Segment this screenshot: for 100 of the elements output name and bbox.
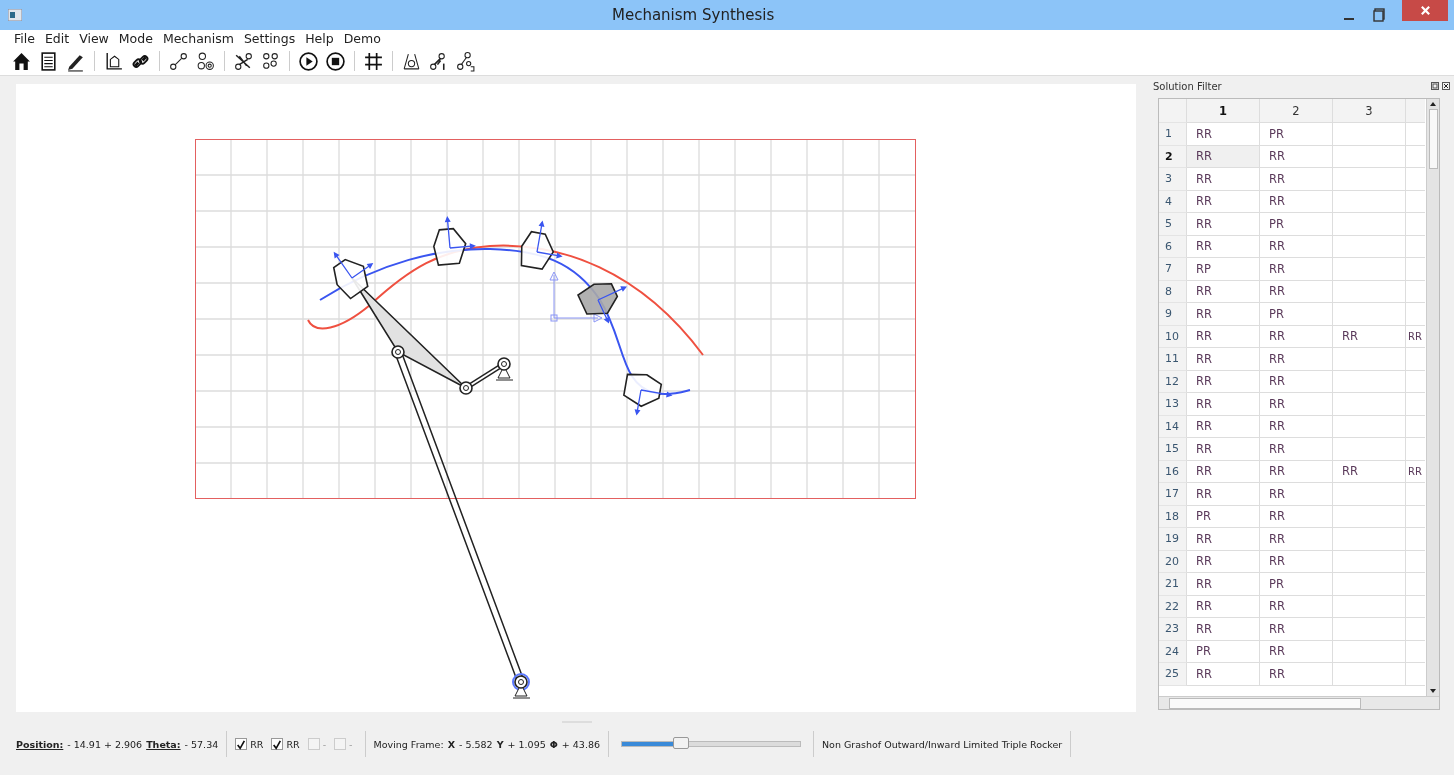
grid-icon[interactable] — [363, 50, 384, 72]
crossed-links-icon[interactable] — [233, 50, 254, 72]
table-cell[interactable]: RR — [1187, 415, 1260, 438]
table-cell[interactable]: RR — [1187, 168, 1260, 191]
table-cell[interactable]: RR — [1260, 460, 1333, 483]
table-cell[interactable]: PR — [1260, 123, 1333, 146]
four-circles-icon[interactable] — [260, 50, 281, 72]
table-cell[interactable]: RR — [1260, 280, 1333, 303]
table-cell[interactable]: RR — [1260, 595, 1333, 618]
table-cell[interactable]: RR — [1187, 303, 1260, 326]
table-cell[interactable]: RR — [1187, 528, 1260, 551]
scrollbar-thumb[interactable] — [1169, 698, 1361, 709]
table-cell[interactable]: RR — [1260, 348, 1333, 371]
vertical-scrollbar[interactable] — [1426, 99, 1439, 696]
table-cell[interactable]: RR — [1260, 235, 1333, 258]
row-header[interactable]: 18 — [1159, 505, 1187, 528]
table-cell[interactable] — [1333, 123, 1406, 146]
row-header[interactable]: 20 — [1159, 550, 1187, 573]
row-header[interactable]: 10 — [1159, 325, 1187, 348]
menu-item[interactable]: Mode — [113, 31, 158, 46]
table-cell[interactable]: RR — [1187, 123, 1260, 146]
stop-icon[interactable] — [325, 50, 346, 72]
table-cell[interactable]: RR — [1187, 235, 1260, 258]
table-cell[interactable] — [1333, 550, 1406, 573]
row-header[interactable]: 5 — [1159, 213, 1187, 236]
table-cell[interactable] — [1333, 415, 1406, 438]
document-icon[interactable] — [38, 50, 59, 72]
row-header[interactable]: 11 — [1159, 348, 1187, 371]
row-header[interactable]: 7 — [1159, 258, 1187, 281]
column-header[interactable]: 3 — [1333, 99, 1406, 123]
row-header[interactable]: 6 — [1159, 235, 1187, 258]
table-cell[interactable]: RR — [1406, 460, 1425, 483]
table-cell[interactable]: PR — [1260, 303, 1333, 326]
table-cell[interactable] — [1333, 280, 1406, 303]
table-cell[interactable]: RR — [1187, 393, 1260, 416]
menu-item[interactable]: View — [74, 31, 114, 46]
pose-marker[interactable] — [520, 220, 563, 271]
table-cell[interactable]: RR — [1406, 325, 1425, 348]
table-cell[interactable] — [1333, 190, 1406, 213]
table-cell[interactable]: RR — [1187, 550, 1260, 573]
table-cell[interactable] — [1333, 663, 1406, 686]
table-cell[interactable]: RR — [1260, 663, 1333, 686]
menu-item[interactable]: File — [9, 31, 40, 46]
table-cell[interactable]: RR — [1260, 618, 1333, 641]
play-icon[interactable] — [298, 50, 319, 72]
home-icon[interactable] — [11, 50, 32, 72]
table-cell[interactable] — [1333, 370, 1406, 393]
scroll-down-icon[interactable] — [1429, 688, 1437, 694]
row-header[interactable]: 16 — [1159, 460, 1187, 483]
table-cell[interactable]: RR — [1260, 505, 1333, 528]
table-cell[interactable]: PR — [1260, 573, 1333, 596]
three-bar-icon[interactable] — [455, 50, 476, 72]
row-header[interactable]: 8 — [1159, 280, 1187, 303]
row-header[interactable]: 15 — [1159, 438, 1187, 461]
table-cell[interactable] — [1333, 618, 1406, 641]
table-cell[interactable]: RR — [1187, 348, 1260, 371]
table-cell[interactable]: RR — [1260, 528, 1333, 551]
table-cell[interactable] — [1333, 573, 1406, 596]
table-cell[interactable]: RR — [1187, 280, 1260, 303]
menu-item[interactable]: Mechanism — [157, 31, 239, 46]
row-header[interactable]: 4 — [1159, 190, 1187, 213]
filter-checkbox[interactable] — [271, 738, 284, 750]
menu-item[interactable]: Edit — [39, 31, 75, 46]
table-cell[interactable] — [1333, 595, 1406, 618]
table-cell[interactable] — [1333, 528, 1406, 551]
table-cell[interactable]: PR — [1260, 213, 1333, 236]
menu-item[interactable]: Settings — [238, 31, 301, 46]
slider-thumb[interactable] — [672, 737, 689, 749]
table-cell[interactable]: RR — [1260, 483, 1333, 506]
scrollbar-thumb[interactable] — [1428, 109, 1438, 169]
triad-icon[interactable] — [195, 50, 216, 72]
table-cell[interactable]: RR — [1260, 640, 1333, 663]
table-cell[interactable]: RR — [1187, 595, 1260, 618]
table-cell[interactable]: RR — [1333, 460, 1406, 483]
menu-item[interactable]: Demo — [338, 31, 386, 46]
table-cell[interactable]: RR — [1333, 325, 1406, 348]
table-cell[interactable]: RR — [1260, 370, 1333, 393]
table-cell[interactable]: RR — [1187, 573, 1260, 596]
close-button[interactable] — [1402, 0, 1448, 21]
table-cell[interactable]: RR — [1260, 145, 1333, 168]
table-cell[interactable]: RR — [1187, 663, 1260, 686]
table-cell[interactable] — [1333, 145, 1406, 168]
table-cell[interactable]: RR — [1260, 168, 1333, 191]
row-header[interactable]: 21 — [1159, 573, 1187, 596]
row-header[interactable]: 13 — [1159, 393, 1187, 416]
table-cell[interactable]: PR — [1187, 640, 1260, 663]
table-cell[interactable]: RP — [1187, 258, 1260, 281]
table-cell[interactable]: RR — [1187, 438, 1260, 461]
row-header[interactable]: 12 — [1159, 370, 1187, 393]
table-cell[interactable] — [1333, 235, 1406, 258]
table-cell[interactable] — [1333, 348, 1406, 371]
row-header[interactable]: 25 — [1159, 663, 1187, 686]
pose-marker[interactable] — [577, 283, 627, 324]
table-cell[interactable] — [1333, 168, 1406, 191]
row-header[interactable]: 24 — [1159, 640, 1187, 663]
filter-checkbox[interactable] — [235, 738, 248, 750]
table-cell[interactable] — [1333, 303, 1406, 326]
pose-marker[interactable] — [432, 216, 476, 266]
table-cell[interactable]: RR — [1260, 415, 1333, 438]
table-cell[interactable] — [1333, 640, 1406, 663]
